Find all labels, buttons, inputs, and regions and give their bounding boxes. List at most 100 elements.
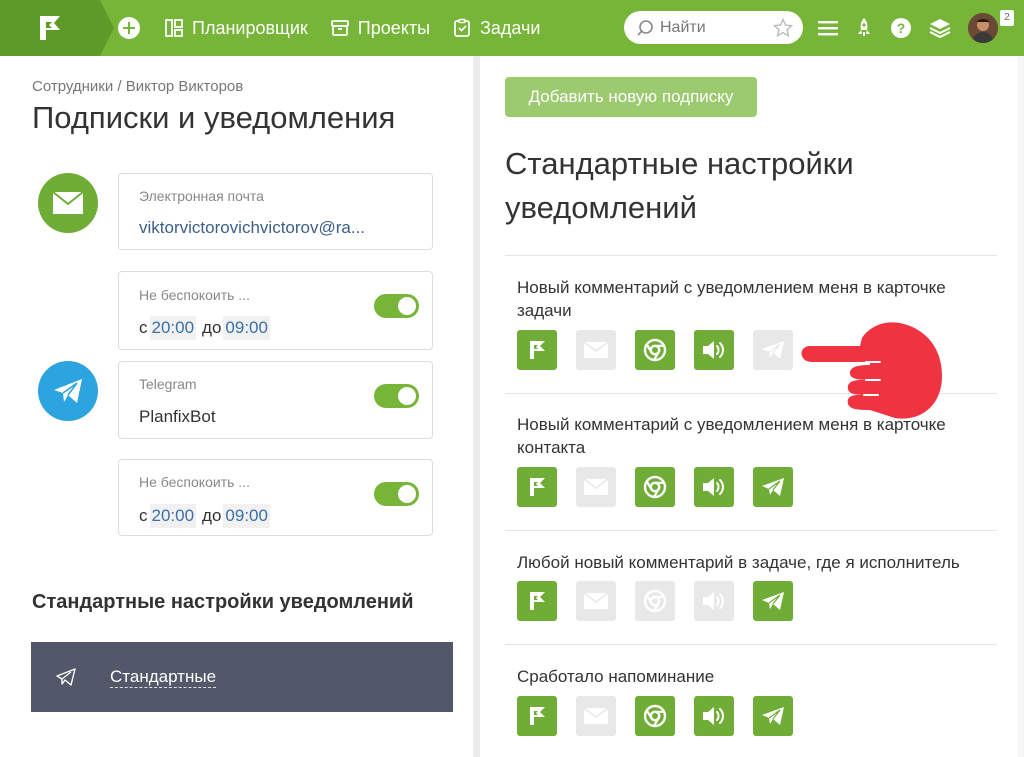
- dnd-card-email[interactable]: Не беспокоить ... с 20:00 до 09:00: [118, 271, 433, 350]
- telegram-label: Telegram: [139, 376, 197, 392]
- dnd-toggle[interactable]: [374, 482, 419, 506]
- planfix-flag-icon: [526, 705, 548, 727]
- event-title: Новый комментарий с уведомлением меня в …: [517, 278, 946, 320]
- speaker-icon: [701, 705, 727, 727]
- envelope-icon: [583, 341, 609, 359]
- help-icon[interactable]: ?: [890, 17, 912, 39]
- add-icon[interactable]: [118, 17, 140, 39]
- paper-plane-icon: [761, 477, 785, 497]
- dnd-label: Не беспокоить ...: [139, 287, 250, 303]
- from-word: с: [139, 318, 148, 337]
- planfix-channel-button[interactable]: [517, 696, 557, 736]
- separator: [505, 644, 997, 645]
- envelope-icon: [583, 707, 609, 725]
- notification-badge: 2: [1000, 10, 1014, 26]
- planfix-channel-button[interactable]: [517, 330, 557, 370]
- email-channel-button[interactable]: [576, 330, 616, 370]
- event-title: Любой новый комментарий в задаче, где я …: [517, 553, 960, 572]
- planfix-channel-button[interactable]: [517, 581, 557, 621]
- browser-channel-button[interactable]: [635, 467, 675, 507]
- planfix-logo[interactable]: [0, 0, 114, 56]
- browser-channel-button[interactable]: [635, 581, 675, 621]
- separator: [505, 530, 997, 531]
- to-word: до: [202, 506, 222, 525]
- telegram-toggle[interactable]: [374, 384, 419, 408]
- scroll-track: [1018, 56, 1024, 757]
- dnd-from-time[interactable]: 20:00: [149, 316, 197, 340]
- search-icon: [637, 19, 653, 36]
- top-icons: ?: [818, 0, 1015, 56]
- paper-plane-icon: [761, 591, 785, 611]
- planfix-channel-button[interactable]: [517, 467, 557, 507]
- planfix-flag-icon: [526, 590, 548, 612]
- rocket-icon[interactable]: [855, 17, 873, 39]
- paper-plane-icon: [761, 706, 785, 726]
- from-word: с: [139, 506, 148, 525]
- email-channel-button[interactable]: [576, 696, 616, 736]
- event-title: Сработало напоминание: [517, 667, 715, 686]
- speaker-icon: [701, 590, 727, 612]
- nav-planner[interactable]: Планировщик: [164, 18, 308, 39]
- sound-channel-button[interactable]: [694, 581, 734, 621]
- telegram-channel-button[interactable]: [753, 330, 793, 370]
- envelope-icon: [583, 592, 609, 610]
- speaker-icon: [701, 476, 727, 498]
- nav-projects[interactable]: Проекты: [330, 18, 430, 39]
- event-channels-row: [517, 696, 812, 736]
- dnd-toggle[interactable]: [374, 294, 419, 318]
- search-input[interactable]: [660, 18, 770, 37]
- top-bar: Планировщик Проекты Задачи ?: [0, 0, 1024, 56]
- star-icon[interactable]: [772, 17, 794, 43]
- telegram-channel-button[interactable]: [753, 696, 793, 736]
- layers-icon[interactable]: [929, 18, 951, 38]
- panel-divider: [473, 56, 480, 757]
- page-title: Подписки и уведомления: [32, 100, 396, 135]
- email-channel-icon: [38, 173, 98, 233]
- email-channel-button[interactable]: [576, 467, 616, 507]
- telegram-channel-button[interactable]: [753, 467, 793, 507]
- email-channel-button[interactable]: [576, 581, 616, 621]
- menu-icon[interactable]: [818, 20, 838, 36]
- paper-plane-icon: [761, 340, 785, 360]
- flag-logo-icon: [40, 16, 60, 40]
- preset-name: Стандартные: [110, 666, 217, 688]
- section-heading: Стандартные настройки уведомлений: [32, 591, 414, 613]
- browser-channel-button[interactable]: [635, 330, 675, 370]
- add-subscription-button[interactable]: Добавить новую подписку: [505, 77, 757, 117]
- separator: [505, 255, 997, 256]
- dnd-label: Не беспокоить ...: [139, 474, 250, 490]
- chrome-icon: [643, 704, 667, 728]
- nav-tasks[interactable]: Задачи: [452, 18, 540, 39]
- search-box: [624, 11, 803, 44]
- main-nav: Планировщик Проекты Задачи: [118, 17, 562, 39]
- telegram-channel-button[interactable]: [753, 581, 793, 621]
- email-label: Электронная почта: [139, 188, 264, 204]
- telegram-value: PlanfixBot: [139, 407, 216, 426]
- dnd-to-time[interactable]: 09:00: [223, 504, 270, 528]
- paper-plane-outline-icon: [56, 668, 76, 686]
- sound-channel-button[interactable]: [694, 467, 734, 507]
- envelope-icon: [583, 478, 609, 496]
- dnd-to-time[interactable]: 09:00: [223, 316, 270, 340]
- telegram-channel-icon: [38, 361, 98, 421]
- user-avatar[interactable]: [968, 13, 998, 43]
- left-panel: Сотрудники / Виктор Викторов Подписки и …: [0, 56, 473, 757]
- dnd-from-time[interactable]: 20:00: [149, 504, 197, 528]
- preset-standard[interactable]: Стандартные: [31, 642, 453, 712]
- chrome-icon: [643, 589, 667, 613]
- nav-planner-label: Планировщик: [192, 17, 308, 38]
- browser-channel-button[interactable]: [635, 696, 675, 736]
- planfix-flag-icon: [526, 476, 548, 498]
- breadcrumb[interactable]: Сотрудники / Виктор Викторов: [32, 78, 243, 95]
- planfix-flag-icon: [526, 339, 548, 361]
- sound-channel-button[interactable]: [694, 696, 734, 736]
- email-card[interactable]: Электронная почта viktorvictorovichvicto…: [118, 173, 433, 250]
- telegram-card[interactable]: Telegram PlanfixBot: [118, 361, 433, 439]
- sound-channel-button[interactable]: [694, 330, 734, 370]
- event-channels-row: [517, 467, 812, 507]
- dnd-card-telegram[interactable]: Не беспокоить ... с 20:00 до 09:00: [118, 459, 433, 536]
- speaker-icon: [701, 339, 727, 361]
- nav-projects-label: Проекты: [357, 17, 431, 38]
- settings-title: Стандартные настройки уведомлений: [505, 146, 854, 225]
- event-channels-row: [517, 581, 812, 621]
